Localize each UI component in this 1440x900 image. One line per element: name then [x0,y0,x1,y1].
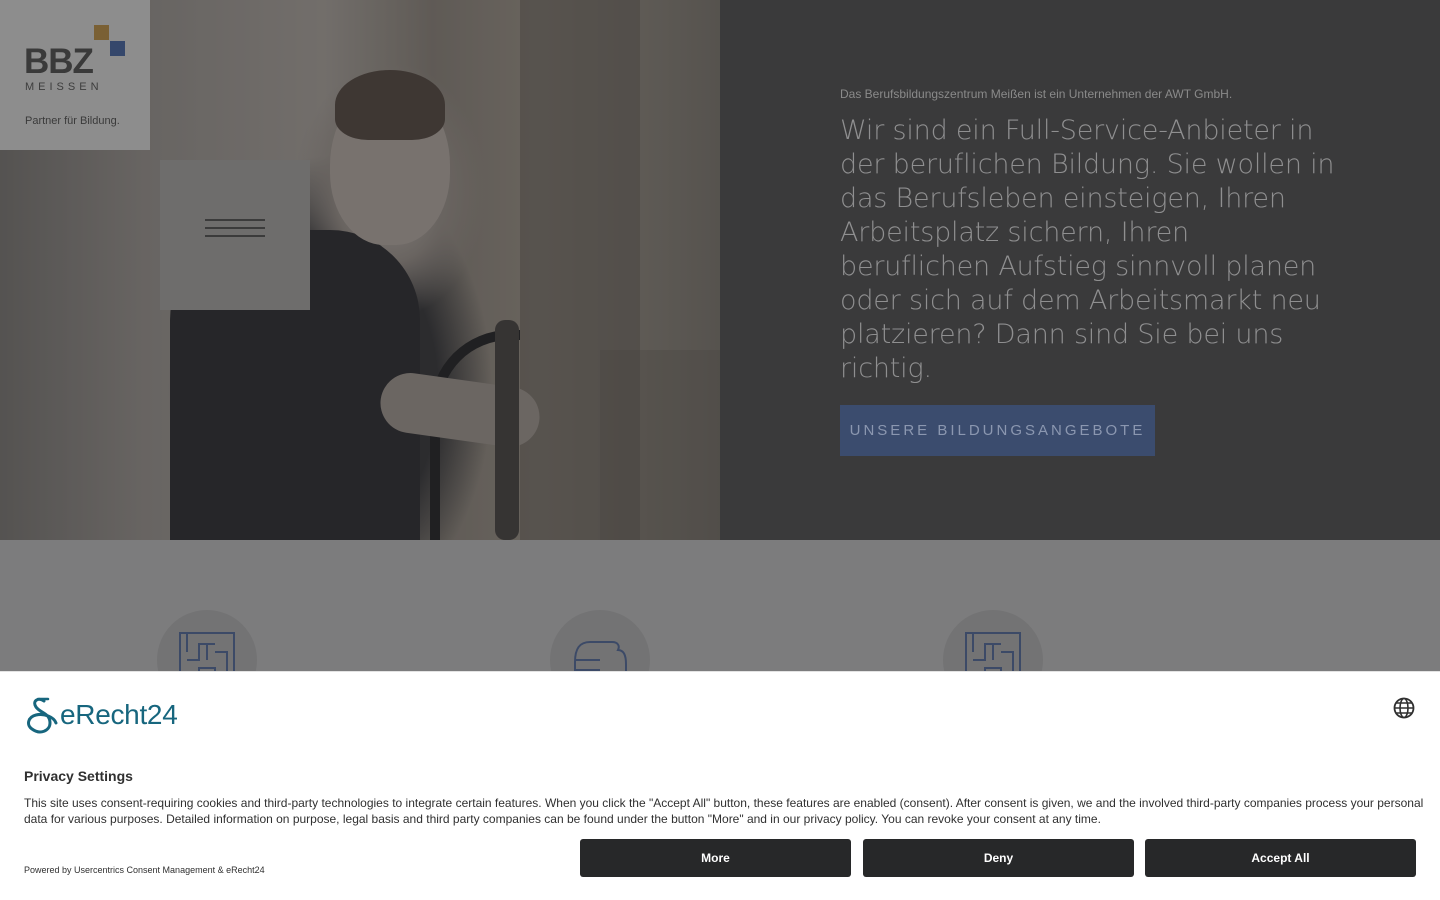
logo-square-gold [94,25,109,40]
hamburger-icon [205,219,265,221]
site-logo[interactable]: BBZ MEISSEN Partner für Bildung. [0,0,150,150]
logo-wordmark: BBZ [24,42,94,81]
erecht24-mark-icon [27,697,58,734]
hero-kicker: Das Berufsbildungszentrum Meißen ist ein… [840,87,1233,101]
privacy-settings-title: Privacy Settings [24,768,133,784]
deny-button[interactable]: Deny [863,839,1134,877]
logo-claim: Partner für Bildung. [25,115,120,127]
erecht24-logo: eRecht24 [24,695,178,735]
menu-button[interactable] [160,160,310,310]
accept-all-button[interactable]: Accept All [1145,839,1416,877]
hamburger-icon [205,227,265,229]
hero-text-panel: Das Berufsbildungszentrum Meißen ist ein… [720,0,1440,540]
erecht24-brand-name: eRecht24 [60,699,178,730]
hamburger-icon [205,235,265,237]
hero-headline: Wir sind ein Full-Service-Anbieter in de… [840,115,1335,384]
privacy-description: This site uses consent-requiring cookies… [24,796,1424,826]
globe-icon [1393,697,1415,719]
logo-subline: MEISSEN [25,81,103,93]
bildungsangebote-button[interactable]: UNSERE BILDUNGSANGEBOTE [840,405,1155,456]
logo-square-blue [110,41,125,56]
more-button[interactable]: More [580,839,851,877]
powered-by-text: Powered by Usercentrics Consent Manageme… [24,865,265,875]
language-globe-button[interactable] [1393,697,1415,719]
privacy-consent-banner: eRecht24 Privacy Settings This site uses… [0,671,1440,900]
